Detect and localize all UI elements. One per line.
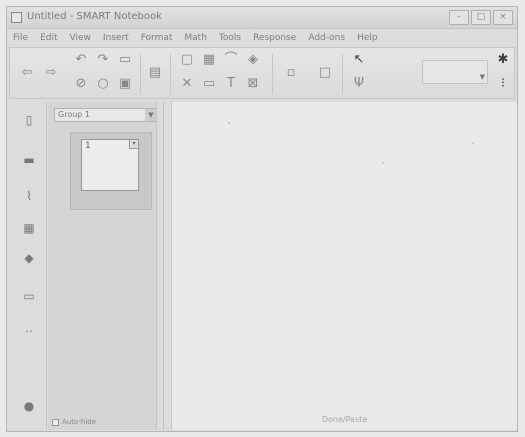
document-camera-icon[interactable]: □ xyxy=(316,65,334,81)
maximize-button[interactable]: □ xyxy=(471,10,491,25)
title-bar: Untitled - SMART Notebook – □ × xyxy=(7,7,517,29)
page-thumbnail-preview[interactable]: 1 ▾ xyxy=(81,139,139,191)
auto-hide-checkbox[interactable] xyxy=(52,418,59,426)
table-icon[interactable]: T xyxy=(222,76,240,92)
more-icon[interactable]: ‥ xyxy=(21,320,37,336)
page-number: 1 xyxy=(85,141,91,151)
page-sorter-panel: Group 1 ▼ 1 ▾ Auto-hide xyxy=(48,102,164,430)
screen-shade-icon[interactable]: ▤ xyxy=(146,65,164,81)
addons-icon[interactable]: ◆ xyxy=(21,250,37,266)
close-button[interactable]: × xyxy=(493,10,513,25)
menu-response[interactable]: Response xyxy=(253,33,296,43)
select-icon[interactable]: ↖ xyxy=(350,52,368,68)
minimize-button[interactable]: – xyxy=(449,10,469,25)
full-screen-icon[interactable]: ▢ xyxy=(178,52,196,68)
group-select[interactable]: Group 1 ▼ xyxy=(54,108,158,122)
cut-icon[interactable]: ✕ xyxy=(178,76,196,92)
shapes-icon[interactable]: ◈ xyxy=(244,52,262,68)
pen-icon[interactable]: ▦ xyxy=(200,52,218,68)
app-logo-icon xyxy=(11,12,22,23)
app-window: Untitled - SMART Notebook – □ × File Edi… xyxy=(6,6,518,432)
menu-view[interactable]: View xyxy=(70,33,91,43)
save-icon[interactable]: ▣ xyxy=(116,76,134,92)
panel-resize-handle[interactable] xyxy=(165,102,172,430)
pen-tool-icon[interactable]: Ψ xyxy=(350,76,368,92)
menu-tools[interactable]: Tools xyxy=(219,33,241,43)
undo-icon[interactable]: ↶ xyxy=(72,52,90,68)
window-title: Untitled - SMART Notebook xyxy=(27,11,162,22)
page-icon[interactable]: ▭ xyxy=(116,52,134,68)
capture-icon[interactable]: ▫ xyxy=(282,65,300,81)
canvas-footer-label: Done/Paste xyxy=(321,415,368,424)
chevron-down-icon: ▼ xyxy=(479,73,485,81)
whiteboard-canvas[interactable]: Done/Paste xyxy=(165,102,517,430)
settings-icon[interactable]: ✱ xyxy=(494,52,512,68)
redo-icon[interactable]: ↷ xyxy=(94,52,112,68)
delete-icon[interactable]: ⊘ xyxy=(72,76,90,92)
menu-file[interactable]: File xyxy=(13,33,28,43)
lines-icon[interactable]: ⌒ xyxy=(222,52,240,68)
text-icon[interactable]: ▭ xyxy=(200,76,218,92)
page-thumbnail[interactable]: 1 ▾ xyxy=(70,132,152,210)
settings-gear-icon[interactable]: ● xyxy=(21,398,37,414)
clear-icon[interactable]: ○ xyxy=(94,76,112,92)
response-icon[interactable]: ▭ xyxy=(21,288,37,304)
image-icon[interactable]: ⊠ xyxy=(244,76,262,92)
attachments-icon[interactable]: ⌇ xyxy=(21,188,37,204)
page-menu-icon[interactable]: ▾ xyxy=(129,139,139,149)
forward-arrow-icon[interactable]: ⇨ xyxy=(42,65,60,81)
gallery-icon[interactable]: ▬ xyxy=(21,152,37,168)
menu-format[interactable]: Format xyxy=(141,33,173,43)
menu-help[interactable]: Help xyxy=(357,33,378,43)
back-arrow-icon[interactable]: ⇦ xyxy=(18,65,36,81)
side-tabs: ▯ ▬ ⌇ ▦ ◆ ▭ ‥ ● xyxy=(9,102,47,430)
menu-addons[interactable]: Add-ons xyxy=(308,33,345,43)
auto-hide-toggle[interactable]: Auto-hide xyxy=(52,418,96,426)
menu-insert[interactable]: Insert xyxy=(103,33,129,43)
sorter-scrollbar[interactable] xyxy=(156,102,163,430)
toolbar-more-icon[interactable]: ⁝ xyxy=(494,76,512,92)
menu-edit[interactable]: Edit xyxy=(40,33,57,43)
menu-bar: File Edit View Insert Format Math Tools … xyxy=(7,30,517,46)
tool-properties-select[interactable]: ▼ xyxy=(422,60,488,84)
properties-icon[interactable]: ▦ xyxy=(21,220,37,236)
main-toolbar: ⇦ ⇨ ↶ ↷ ▭ ⊘ ○ ▣ ▤ ▢ ▦ ⌒ ◈ ✕ ▭ T ⊠ ▫ □ ↖ … xyxy=(9,47,515,99)
auto-hide-label: Auto-hide xyxy=(62,418,97,426)
menu-math[interactable]: Math xyxy=(184,33,207,43)
page-sorter-icon[interactable]: ▯ xyxy=(21,112,37,128)
